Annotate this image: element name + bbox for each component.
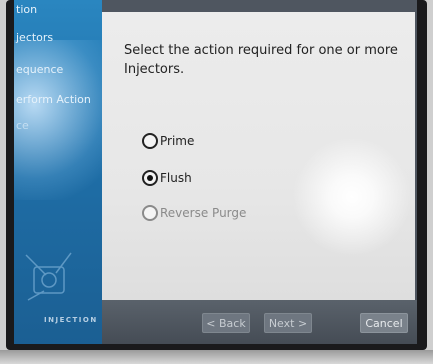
option-label: Prime [160, 134, 195, 148]
dialog-prompt: Select the action required for one or mo… [124, 43, 398, 77]
camera-flash-glare [292, 137, 412, 257]
sidebar-footer-label: INJECTION [44, 316, 98, 324]
screen: tion jectors equence erform Action ce IN… [14, 0, 417, 344]
sidebar-item-perform-action[interactable]: erform Action [14, 90, 102, 110]
sidebar-item-partial[interactable]: ce [14, 116, 102, 136]
cancel-button[interactable]: Cancel [360, 313, 408, 333]
monitor-bottom-edge [0, 350, 433, 364]
option-flush[interactable]: Flush [142, 167, 192, 189]
radio-disabled-icon[interactable] [142, 205, 158, 221]
option-label: Reverse Purge [160, 206, 247, 220]
radio-unchecked-icon[interactable] [142, 133, 158, 149]
sidebar-item-top[interactable]: tion [14, 0, 102, 20]
dialog-panel: Select the action required for one or mo… [102, 12, 415, 300]
button-bar: < Back Next > Cancel [102, 300, 417, 344]
injector-illustration-icon [25, 252, 72, 301]
option-reverse-purge[interactable]: Reverse Purge [142, 202, 246, 224]
sidebar-item-sequence[interactable]: equence [14, 60, 102, 80]
radio-checked-icon[interactable] [142, 170, 158, 186]
photo-frame: tion jectors equence erform Action ce IN… [0, 0, 433, 364]
monitor-bezel: tion jectors equence erform Action ce IN… [6, 0, 427, 350]
option-prime[interactable]: Prime [142, 130, 194, 152]
back-button[interactable]: < Back [202, 313, 250, 333]
option-label: Flush [160, 171, 192, 185]
sidebar-item-injectors[interactable]: jectors [14, 28, 102, 48]
sidebar: tion jectors equence erform Action ce IN… [14, 0, 102, 344]
next-button[interactable]: Next > [264, 313, 312, 333]
